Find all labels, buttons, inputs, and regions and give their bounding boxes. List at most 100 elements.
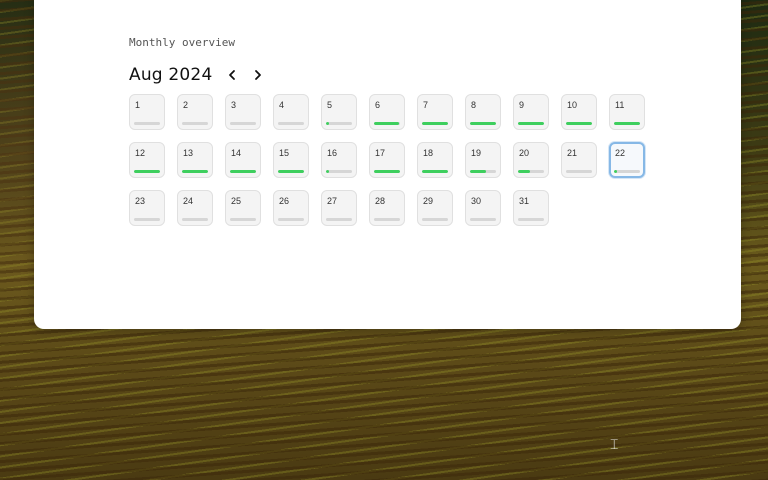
day-number: 21 xyxy=(567,148,578,158)
day-number: 9 xyxy=(519,100,525,110)
day-cell[interactable]: 31 xyxy=(513,190,549,226)
day-progress-fill xyxy=(374,170,400,173)
day-cell[interactable]: 14 xyxy=(225,142,261,178)
day-number: 22 xyxy=(615,148,626,158)
day-progress-fill xyxy=(134,170,160,173)
day-cell[interactable]: 21 xyxy=(561,142,597,178)
day-progress-fill xyxy=(230,170,256,173)
day-progress-fill xyxy=(374,122,399,125)
card-subtitle: Monthly overview xyxy=(129,36,235,49)
day-cell[interactable]: 15 xyxy=(273,142,309,178)
day-number: 30 xyxy=(471,196,482,206)
day-cell[interactable]: 22 xyxy=(609,142,645,178)
day-number: 10 xyxy=(567,100,578,110)
day-number: 4 xyxy=(279,100,285,110)
text-cursor-icon: ⌶ xyxy=(610,437,619,453)
day-cell[interactable]: 27 xyxy=(321,190,357,226)
day-number: 23 xyxy=(135,196,146,206)
day-progress-bar xyxy=(614,122,640,125)
day-cell[interactable]: 24 xyxy=(177,190,213,226)
next-month-button[interactable] xyxy=(248,65,268,85)
day-cell[interactable]: 25 xyxy=(225,190,261,226)
day-progress-fill xyxy=(422,170,448,173)
day-progress-bar xyxy=(326,218,352,221)
day-cell[interactable]: 5 xyxy=(321,94,357,130)
day-cell[interactable]: 19 xyxy=(465,142,501,178)
day-progress-bar xyxy=(470,170,496,173)
day-cell[interactable]: 20 xyxy=(513,142,549,178)
day-cell[interactable]: 4 xyxy=(273,94,309,130)
day-cell[interactable]: 1 xyxy=(129,94,165,130)
day-number: 24 xyxy=(183,196,194,206)
day-cell[interactable]: 7 xyxy=(417,94,453,130)
day-progress-bar xyxy=(518,122,544,125)
day-cell[interactable]: 18 xyxy=(417,142,453,178)
day-progress-fill xyxy=(182,170,208,173)
day-cell[interactable]: 30 xyxy=(465,190,501,226)
day-progress-bar xyxy=(422,218,448,221)
day-cell[interactable]: 3 xyxy=(225,94,261,130)
day-cell[interactable]: 8 xyxy=(465,94,501,130)
chevron-right-icon xyxy=(255,70,262,80)
day-cell[interactable]: 2 xyxy=(177,94,213,130)
day-progress-fill xyxy=(566,122,592,125)
day-cell[interactable]: 9 xyxy=(513,94,549,130)
day-number: 31 xyxy=(519,196,530,206)
chevron-left-icon xyxy=(229,70,236,80)
day-progress-fill xyxy=(422,122,448,125)
day-cell[interactable]: 17 xyxy=(369,142,405,178)
day-number: 25 xyxy=(231,196,242,206)
day-grid: 1 2 3 4 5 6 7 8 9 10 11 12 13 14 15 16 17 18 19 20 21 22 23 24 2… xyxy=(129,94,645,226)
day-progress-bar xyxy=(566,122,592,125)
day-number: 15 xyxy=(279,148,290,158)
day-number: 20 xyxy=(519,148,530,158)
day-cell[interactable]: 26 xyxy=(273,190,309,226)
day-progress-fill xyxy=(518,122,544,125)
day-progress-bar xyxy=(134,170,160,173)
day-cell[interactable]: 12 xyxy=(129,142,165,178)
day-number: 1 xyxy=(135,100,141,110)
day-cell[interactable]: 29 xyxy=(417,190,453,226)
day-number: 26 xyxy=(279,196,290,206)
day-progress-bar xyxy=(278,122,304,125)
day-cell[interactable]: 28 xyxy=(369,190,405,226)
day-number: 19 xyxy=(471,148,482,158)
day-progress-fill xyxy=(518,170,530,173)
day-progress-fill xyxy=(278,170,304,173)
day-number: 5 xyxy=(327,100,333,110)
month-header: Aug 2024 xyxy=(129,64,268,86)
day-progress-bar xyxy=(182,122,208,125)
day-number: 16 xyxy=(327,148,338,158)
day-progress-bar xyxy=(566,170,592,173)
day-progress-bar xyxy=(614,170,640,173)
day-cell[interactable]: 11 xyxy=(609,94,645,130)
day-progress-bar xyxy=(230,170,256,173)
day-cell[interactable]: 23 xyxy=(129,190,165,226)
day-progress-bar xyxy=(278,170,304,173)
day-number: 7 xyxy=(423,100,429,110)
day-progress-fill xyxy=(326,122,329,125)
day-progress-bar xyxy=(182,218,208,221)
day-cell[interactable]: 10 xyxy=(561,94,597,130)
day-number: 18 xyxy=(423,148,434,158)
day-progress-fill xyxy=(470,170,486,173)
day-cell[interactable]: 6 xyxy=(369,94,405,130)
previous-month-button[interactable] xyxy=(222,65,242,85)
day-progress-bar xyxy=(182,170,208,173)
day-number: 2 xyxy=(183,100,189,110)
day-number: 8 xyxy=(471,100,477,110)
day-progress-fill xyxy=(614,122,640,125)
day-number: 27 xyxy=(327,196,338,206)
month-title: Aug 2024 xyxy=(129,65,213,85)
day-progress-bar xyxy=(518,218,544,221)
day-progress-bar xyxy=(470,218,496,221)
day-cell[interactable]: 13 xyxy=(177,142,213,178)
calendar-window: Monthly overview Aug 2024 1 2 3 4 5 6 7 8 9 10 11 1… xyxy=(34,0,741,329)
day-number: 28 xyxy=(375,196,386,206)
day-progress-bar xyxy=(230,218,256,221)
day-progress-bar xyxy=(134,218,160,221)
day-cell[interactable]: 16 xyxy=(321,142,357,178)
day-number: 6 xyxy=(375,100,381,110)
day-progress-bar xyxy=(326,170,352,173)
day-progress-bar xyxy=(374,218,400,221)
